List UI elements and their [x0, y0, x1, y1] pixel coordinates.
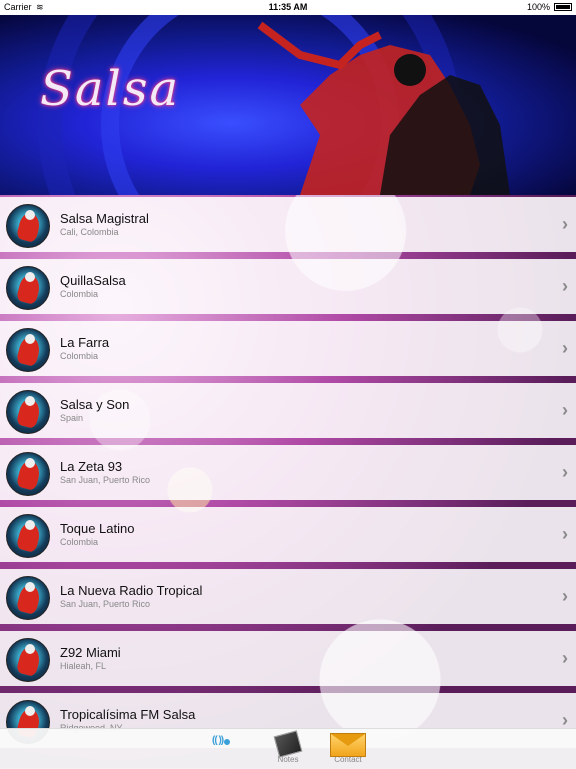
station-logo [6, 328, 50, 372]
station-name: La Zeta 93 [60, 459, 123, 474]
station-location: Spain [60, 413, 84, 423]
station-row[interactable]: Toque Latino Colombia › [0, 507, 576, 562]
station-row[interactable]: Salsa Magistral Cali, Colombia › [0, 197, 576, 252]
mail-icon [330, 733, 366, 757]
banner-title: Salsa [40, 61, 181, 117]
station-row[interactable]: QuillaSalsa Colombia › [0, 259, 576, 314]
chevron-right-icon: › [562, 400, 568, 420]
station-location: Hialeah, FL [60, 661, 107, 671]
station-name: Tropicalísima FM Salsa [60, 707, 196, 722]
station-logo [6, 266, 50, 310]
battery-icon [554, 3, 572, 11]
station-list: Salsa Magistral Cali, Colombia › QuillaS… [0, 197, 576, 755]
station-name: La Farra [60, 335, 110, 350]
station-location: San Juan, Puerto Rico [60, 475, 151, 485]
station-location: Colombia [60, 537, 99, 547]
station-name: Z92 Miami [60, 645, 121, 660]
station-name: La Nueva Radio Tropical [60, 583, 203, 598]
battery-percent: 100% [526, 2, 550, 12]
clock: 11:35 AM [268, 2, 308, 12]
radio-wifi-icon [212, 733, 240, 755]
tab-notes[interactable]: Notes [258, 730, 318, 764]
station-row[interactable]: La Nueva Radio Tropical San Juan, Puerto… [0, 569, 576, 624]
station-row[interactable]: La Farra Colombia › [0, 321, 576, 376]
status-bar: Carrier ≋ 11:35 AM 100% [0, 0, 576, 15]
tab-bar: Notes Contact [0, 728, 576, 769]
station-location: Cali, Colombia [60, 227, 119, 237]
station-name: Salsa Magistral [60, 211, 149, 226]
station-logo [6, 514, 50, 558]
station-logo [6, 204, 50, 248]
chevron-right-icon: › [562, 462, 568, 482]
station-location: Colombia [60, 289, 99, 299]
notes-icon [273, 730, 303, 758]
tab-radio[interactable] [198, 733, 258, 755]
station-location: Colombia [60, 351, 99, 361]
station-logo [6, 638, 50, 682]
chevron-right-icon: › [562, 276, 568, 296]
tab-label: Notes [277, 755, 299, 764]
chevron-right-icon: › [562, 338, 568, 358]
station-row[interactable]: Salsa y Son Spain › [0, 383, 576, 438]
station-row[interactable]: La Zeta 93 San Juan, Puerto Rico › [0, 445, 576, 500]
header-banner: Salsa [0, 15, 576, 195]
chevron-right-icon: › [562, 214, 568, 234]
station-row[interactable]: Z92 Miami Hialeah, FL › [0, 631, 576, 686]
station-logo [6, 452, 50, 496]
station-name: QuillaSalsa [60, 273, 126, 288]
station-logo [6, 576, 50, 620]
chevron-right-icon: › [562, 524, 568, 544]
station-name: Toque Latino [60, 521, 135, 536]
station-location: San Juan, Puerto Rico [60, 599, 151, 609]
tab-contact[interactable]: Contact [318, 733, 378, 764]
chevron-right-icon: › [562, 648, 568, 668]
station-name: Salsa y Son [60, 397, 130, 412]
chevron-right-icon: › [562, 586, 568, 606]
station-logo [6, 390, 50, 434]
